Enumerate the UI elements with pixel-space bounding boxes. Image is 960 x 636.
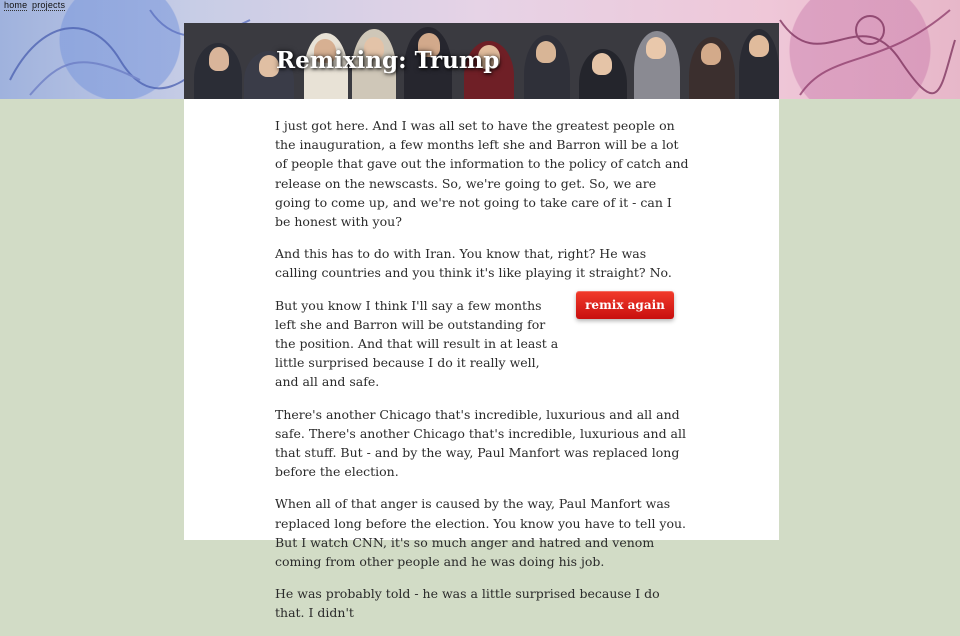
speech-paragraph: When all of that anger is caused by the … <box>275 496 687 570</box>
page-title: Remixing: Trump <box>276 47 500 74</box>
content-panel: I just got here. And I was all set to ha… <box>184 99 779 620</box>
crowd-figure <box>536 41 556 63</box>
top-nav: home projects <box>4 0 67 11</box>
speech-paragraph: I just got here. And I was all set to ha… <box>275 118 689 230</box>
crowd-figure <box>646 37 666 59</box>
crowd-figure <box>209 47 229 71</box>
remix-again-button[interactable]: remix again <box>576 291 674 319</box>
ink-doodle-right <box>779 9 956 96</box>
speech-paragraph: But you know I think I'll say a few mont… <box>275 297 559 390</box>
remixed-speech-text: I just got here. And I was all set to ha… <box>275 116 690 636</box>
hero-banner: Remixing: Trump <box>184 23 779 99</box>
crowd-figure <box>749 35 769 57</box>
speech-paragraph: And this has to do with Iran. You know t… <box>275 246 672 281</box>
crowd-figure <box>701 43 721 65</box>
nav-home-link[interactable]: home <box>4 0 28 11</box>
speech-paragraph: He was probably told - he was a little s… <box>275 586 660 621</box>
speech-paragraph: There's another Chicago that's incredibl… <box>275 406 686 480</box>
nav-projects-link[interactable]: projects <box>32 0 66 11</box>
crowd-figure <box>592 53 612 75</box>
